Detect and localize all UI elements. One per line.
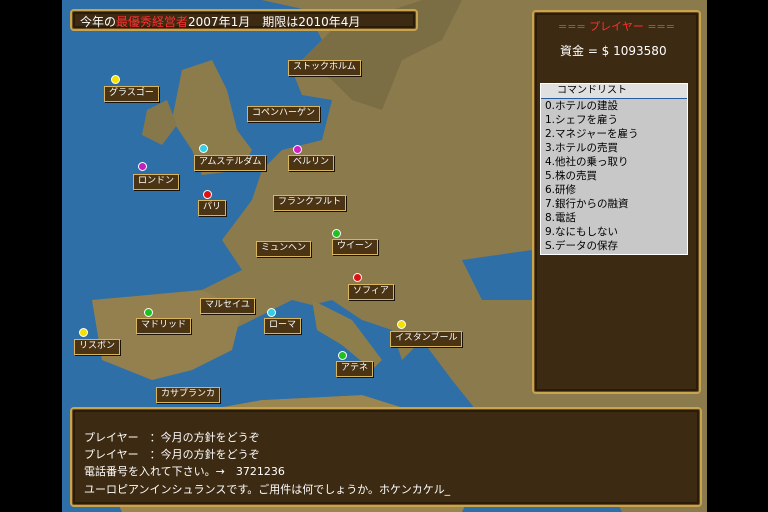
city-marker[interactable] xyxy=(338,351,347,360)
city-label: カサブランカ xyxy=(161,389,216,399)
city-london[interactable]: ロンドン xyxy=(133,174,180,190)
command-trade-hotel[interactable]: 3.ホテルの売買 xyxy=(541,141,687,155)
command-hire-manager[interactable]: 2.マネジャーを雇う xyxy=(541,127,687,141)
command-list-header: コマンドリスト xyxy=(541,84,687,99)
city-athens[interactable]: アテネ xyxy=(336,361,374,377)
city-label: ベルリン xyxy=(293,157,330,167)
city-label: コペンハーゲン xyxy=(252,108,316,118)
city-label: マドリッド xyxy=(141,320,187,330)
city-label: ローマ xyxy=(269,320,297,330)
command-build-hotel[interactable]: 0.ホテルの建設 xyxy=(541,99,687,113)
command-trade-stock[interactable]: 5.株の売買 xyxy=(541,169,687,183)
city-munich[interactable]: ミュンヘン xyxy=(256,241,312,257)
city-glasgow[interactable]: グラスゴー xyxy=(104,86,159,102)
city-label: ミュンヘン xyxy=(261,243,307,253)
city-label: ロンドン xyxy=(138,176,175,186)
city-label: パリ xyxy=(203,202,222,212)
message-line: プレイヤー ：今月の方針をどうぞ xyxy=(84,448,260,461)
command-save-data[interactable]: S.データの保存 xyxy=(541,239,687,253)
city-paris[interactable]: パリ xyxy=(198,200,227,216)
message-line: プレイヤー ：今月の方針をどうぞ xyxy=(84,431,260,444)
city-sofia[interactable]: ソフィア xyxy=(348,284,394,300)
city-marker[interactable] xyxy=(332,229,341,238)
city-label: ソフィア xyxy=(353,286,389,296)
command-training[interactable]: 6.研修 xyxy=(541,183,687,197)
city-marker[interactable] xyxy=(397,320,406,329)
city-stockholm[interactable]: ストックホルム xyxy=(288,60,361,76)
city-label: リスボン xyxy=(79,341,116,351)
city-istanbul[interactable]: イスタンブール xyxy=(390,331,463,347)
city-marker[interactable] xyxy=(144,308,153,317)
message-line: 電話番号を入れて下さい。→ 3721236 xyxy=(84,465,285,478)
city-vienna[interactable]: ウイーン xyxy=(332,239,378,255)
city-rome[interactable]: ローマ xyxy=(264,318,302,334)
city-label: イスタンブール xyxy=(395,333,458,343)
topbar-date: 2007年1月 期限は2010年4月 xyxy=(188,15,361,29)
city-amsterdam[interactable]: アムステルダム xyxy=(194,155,267,171)
command-list: コマンドリスト 0.ホテルの建設 1.シェフを雇う 2.マネジャーを雇う 3.ホ… xyxy=(540,83,688,255)
player-title: === プレイヤー === xyxy=(558,20,675,33)
topbar-highlight: 最優秀経営者 xyxy=(116,15,189,29)
city-copenhagen[interactable]: コペンハーゲン xyxy=(247,106,321,122)
city-casablanca[interactable]: カサブランカ xyxy=(156,387,221,403)
city-madrid[interactable]: マドリッド xyxy=(136,318,192,334)
topbar-prefix: 今年の xyxy=(80,15,117,29)
city-marker[interactable] xyxy=(353,273,362,282)
command-takeover[interactable]: 4.他社の乗っ取り xyxy=(541,155,687,169)
city-label: ウイーン xyxy=(337,241,373,251)
city-frankfurt[interactable]: フランクフルト xyxy=(273,195,347,211)
city-label: マルセイユ xyxy=(205,300,250,310)
city-label: ストックホルム xyxy=(293,62,356,72)
city-label: アテネ xyxy=(341,363,369,373)
message-box: プレイヤー ：今月の方針をどうぞ プレイヤー ：今月の方針をどうぞ 電話番号を入… xyxy=(70,407,702,507)
city-marker[interactable] xyxy=(111,75,120,84)
message-input-line[interactable]: ユーロピアンインシュランスです。ご用件は何でしょうか。ホケンカケル_ xyxy=(84,481,450,497)
command-phone[interactable]: 8.電話 xyxy=(541,211,687,225)
city-label: フランクフルト xyxy=(278,197,342,207)
game-screen: 今年の最優秀経営者2007年1月 期限は2010年4月 ストックホルム グラスゴ… xyxy=(0,0,768,512)
city-marker[interactable] xyxy=(203,190,212,199)
city-marseille[interactable]: マルセイユ xyxy=(200,298,255,314)
command-do-nothing[interactable]: 9.なにもしない xyxy=(541,225,687,239)
city-marker[interactable] xyxy=(199,144,208,153)
city-berlin[interactable]: ベルリン xyxy=(288,155,335,171)
command-hire-chef[interactable]: 1.シェフを雇う xyxy=(541,113,687,127)
player-money: 資金 = $ 1093580 xyxy=(560,44,667,58)
city-label: グラスゴー xyxy=(109,88,154,98)
city-marker[interactable] xyxy=(138,162,147,171)
city-marker[interactable] xyxy=(293,145,302,154)
command-bank-loan[interactable]: 7.銀行からの融資 xyxy=(541,197,687,211)
city-label: アムステルダム xyxy=(199,157,262,167)
city-marker[interactable] xyxy=(267,308,276,317)
city-lisbon[interactable]: リスボン xyxy=(74,339,121,355)
city-marker[interactable] xyxy=(79,328,88,337)
status-bar: 今年の最優秀経営者2007年1月 期限は2010年4月 xyxy=(70,9,418,31)
